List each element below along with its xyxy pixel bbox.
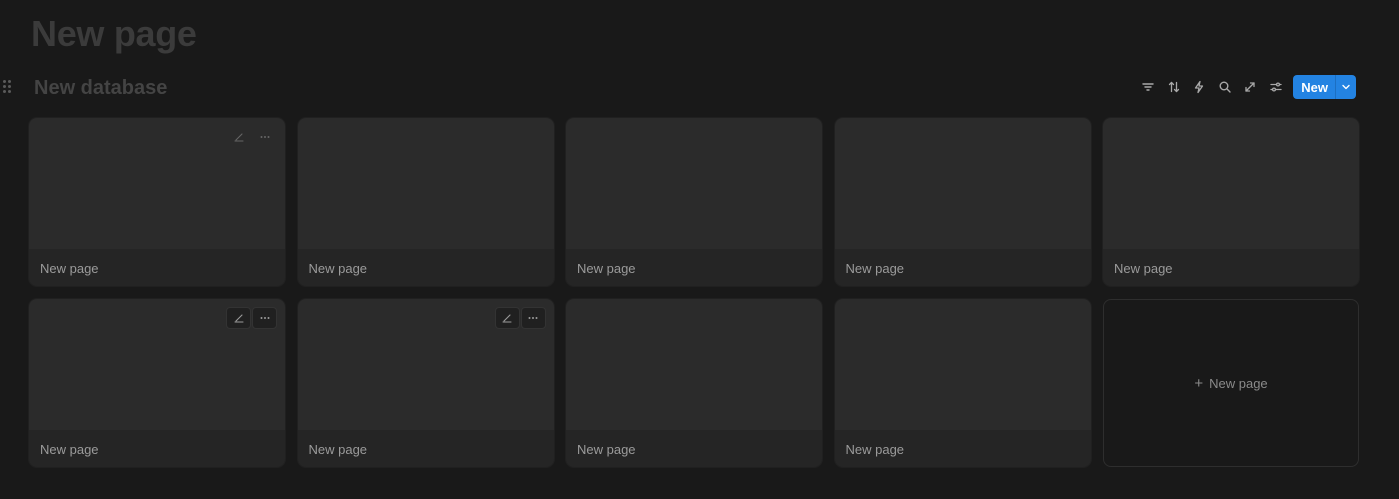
card-cover — [834, 299, 1091, 430]
settings-sliders-icon[interactable] — [1263, 75, 1289, 99]
edit-icon[interactable] — [226, 126, 251, 148]
sort-icon[interactable] — [1161, 75, 1187, 99]
new-button-dropdown[interactable] — [1335, 75, 1356, 99]
card-cover — [1103, 118, 1359, 249]
database-title[interactable]: New database — [34, 76, 167, 100]
new-button-label[interactable]: New — [1293, 75, 1335, 99]
gallery-card[interactable]: New page — [297, 118, 554, 286]
card-title: New page — [308, 442, 368, 457]
chevron-down-icon — [1342, 84, 1350, 90]
gallery-card[interactable]: New page — [834, 118, 1091, 286]
card-title: New page — [577, 442, 636, 457]
card-actions — [226, 126, 277, 148]
database-toolbar: New — [1135, 75, 1356, 99]
new-button[interactable]: New — [1293, 75, 1356, 99]
more-icon[interactable] — [252, 126, 277, 148]
filter-icon[interactable] — [1135, 75, 1161, 99]
card-title: New page — [845, 261, 905, 276]
card-title: New page — [1114, 261, 1173, 276]
gallery-card[interactable]: New page — [834, 299, 1091, 467]
page-title[interactable]: New page — [31, 12, 197, 56]
card-title: New page — [308, 261, 368, 276]
card-actions — [494, 307, 546, 329]
gallery-card[interactable]: New page — [297, 299, 554, 467]
card-title: New page — [845, 442, 905, 457]
plus-icon: + — [1194, 374, 1204, 392]
more-icon[interactable] — [252, 307, 277, 329]
gallery-card[interactable]: New page — [29, 118, 285, 286]
card-title: New page — [577, 261, 636, 276]
add-new-page-label: New page — [1209, 375, 1268, 391]
card-cover — [566, 299, 822, 430]
notion-page: New page New database New New page New p… — [0, 0, 1399, 499]
card-title: New page — [40, 261, 99, 276]
lightning-icon[interactable] — [1186, 75, 1212, 99]
edit-icon[interactable] — [226, 307, 251, 329]
edit-icon[interactable] — [494, 307, 520, 329]
drag-handle-icon[interactable] — [3, 80, 13, 96]
gallery-grid: New page New page New page New page New … — [29, 118, 1359, 467]
gallery-card[interactable]: New page — [29, 299, 285, 467]
add-new-page-card[interactable]: + New page — [1103, 299, 1359, 467]
more-icon[interactable] — [520, 307, 546, 329]
gallery-card[interactable]: New page — [566, 118, 822, 286]
search-icon[interactable] — [1212, 75, 1238, 99]
card-cover — [297, 118, 554, 249]
expand-icon[interactable] — [1237, 75, 1263, 99]
card-cover — [566, 118, 822, 249]
gallery-card[interactable]: New page — [1103, 118, 1359, 286]
gallery-card[interactable]: New page — [566, 299, 822, 467]
card-actions — [226, 307, 277, 329]
card-cover — [834, 118, 1091, 249]
card-title: New page — [40, 442, 99, 457]
